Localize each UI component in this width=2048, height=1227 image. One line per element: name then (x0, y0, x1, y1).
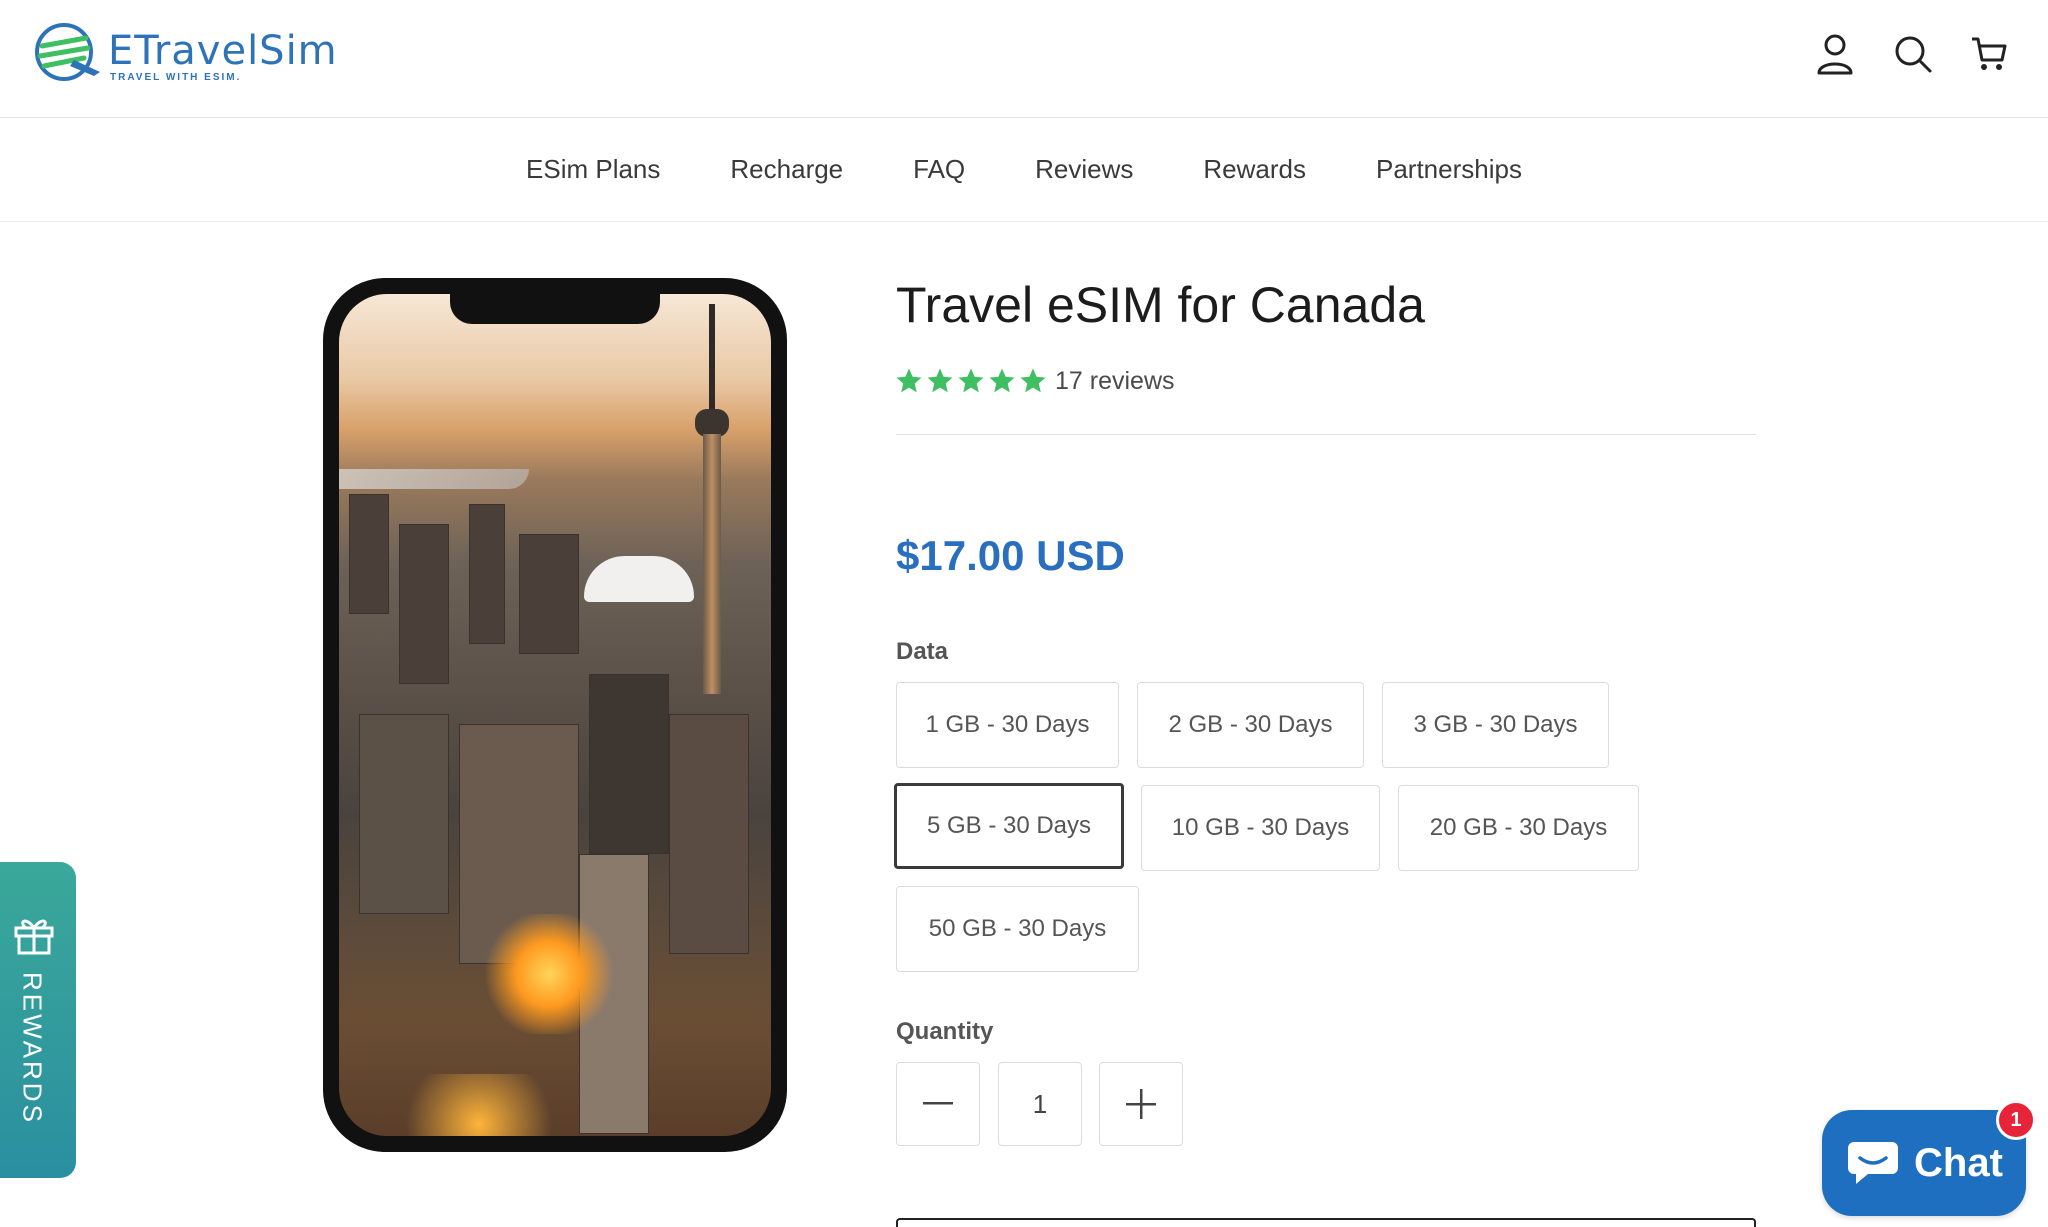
rewards-tab[interactable]: REWARDS (0, 862, 76, 1178)
brand-tagline: TRAVEL WITH ESIM. (110, 72, 242, 83)
building-shape (349, 494, 389, 614)
minus-icon (923, 1102, 953, 1105)
tower-spire-shape (709, 304, 715, 414)
building-shape (589, 674, 669, 854)
star-icon (958, 368, 984, 393)
building-shape (519, 534, 579, 654)
brand-logo[interactable]: ETravelSim TRAVEL WITH ESIM. (34, 20, 337, 90)
data-option-3gb[interactable]: 3 GB - 30 Days (1382, 682, 1609, 768)
quantity-label: Quantity (896, 1018, 994, 1045)
phone-notch (450, 294, 660, 324)
building-shape (359, 714, 449, 914)
cart-icon[interactable] (1965, 30, 2013, 78)
data-option-1gb[interactable]: 1 GB - 30 Days (896, 682, 1119, 768)
quantity-increase-button[interactable] (1099, 1062, 1183, 1146)
product-title: Travel eSIM for Canada (896, 277, 1425, 333)
chat-button[interactable]: Chat (1822, 1110, 2026, 1216)
data-option-50gb[interactable]: 50 GB - 30 Days (896, 886, 1139, 972)
search-icon[interactable] (1889, 30, 1937, 78)
quantity-decrease-button[interactable] (896, 1062, 980, 1146)
product-image[interactable] (323, 278, 787, 1152)
nav-item-reviews[interactable]: Reviews (1035, 154, 1133, 185)
star-icon (927, 368, 953, 393)
stadium-dome-shape (584, 556, 694, 602)
star-icon (896, 368, 922, 393)
quantity-input[interactable]: 1 (998, 1062, 1082, 1146)
data-option-label: Data (896, 638, 949, 665)
divider (896, 434, 1756, 435)
tower-shaft-shape (703, 434, 721, 694)
data-option-5gb[interactable]: 5 GB - 30 Days (894, 783, 1124, 869)
add-to-cart-button[interactable] (896, 1218, 1756, 1227)
chat-bubble-icon (1848, 1142, 1898, 1184)
sunlight-glow (479, 914, 619, 1034)
phone-screen-city-photo (339, 294, 771, 1136)
star-icon (1020, 368, 1046, 393)
site-header: ETravelSim TRAVEL WITH ESIM. (0, 0, 2048, 118)
data-option-10gb[interactable]: 10 GB - 30 Days (1141, 785, 1380, 871)
account-icon[interactable] (1811, 30, 1859, 78)
lake-shape (339, 469, 529, 489)
sunlight-glow (379, 1074, 579, 1136)
star-icon (989, 368, 1015, 393)
rewards-label: REWARDS (17, 972, 48, 1125)
nav-item-faq[interactable]: FAQ (913, 154, 965, 185)
nav-item-partnerships[interactable]: Partnerships (1376, 154, 1522, 185)
tower-pod-shape (695, 409, 729, 437)
main-nav: ESim Plans Recharge FAQ Reviews Rewards … (0, 118, 2048, 222)
building-shape (469, 504, 505, 644)
data-option-2gb[interactable]: 2 GB - 30 Days (1137, 682, 1364, 768)
building-shape (399, 524, 449, 684)
reviews-count[interactable]: 17 reviews (1055, 367, 1175, 396)
nav-item-rewards[interactable]: Rewards (1203, 154, 1306, 185)
rating-stars[interactable]: 17 reviews (894, 366, 1175, 396)
data-option-20gb[interactable]: 20 GB - 30 Days (1398, 785, 1639, 871)
nav-item-recharge[interactable]: Recharge (730, 154, 843, 185)
product-price: $17.00 USD (896, 532, 1125, 579)
chat-label: Chat (1914, 1140, 2003, 1185)
gift-icon (14, 919, 54, 955)
chat-notification-badge: 1 (1996, 1100, 2036, 1140)
building-shape (669, 714, 749, 954)
nav-item-esim-plans[interactable]: ESim Plans (526, 154, 660, 185)
brand-name: ETravelSim (108, 28, 338, 74)
plus-icon (1126, 1089, 1156, 1119)
globe-plane-icon (35, 23, 100, 81)
